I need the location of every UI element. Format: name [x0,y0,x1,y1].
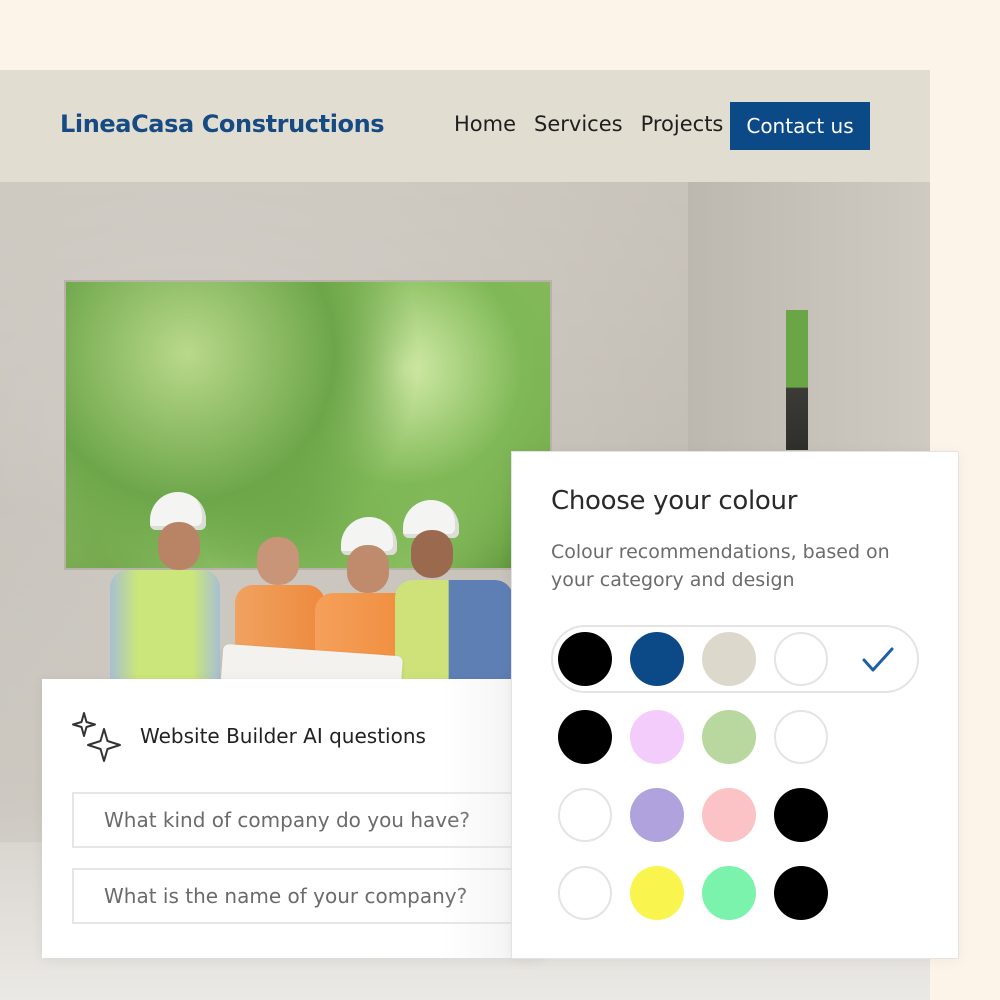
colour-panel-title: Choose your colour [551,486,798,516]
colour-swatch [630,788,684,842]
colour-swatch [558,632,612,686]
ai-questions-panel: Website Builder AI questions What kind o… [42,679,552,958]
colour-swatch [630,866,684,920]
sparkle-icon [72,712,121,762]
ai-title-row: Website Builder AI questions [70,709,426,763]
colour-swatch [702,866,756,920]
colour-swatch [558,710,612,764]
nav-link-projects[interactable]: Projects [641,112,724,136]
colour-swatch [558,788,612,842]
palette-option[interactable] [558,866,828,920]
colour-swatch [774,866,828,920]
nav-link-services[interactable]: Services [534,112,623,136]
site-nav: Home Services Projects [454,112,723,136]
palette-option[interactable] [558,710,828,764]
site-logo[interactable]: LineaCasa Constructions [60,110,385,138]
company-name-field[interactable]: What is the name of your company? [72,868,542,924]
check-icon [862,647,894,672]
colour-swatch [774,710,828,764]
colour-swatch [702,710,756,764]
colour-panel-subtitle: Colour recommendations, based on your ca… [551,541,890,591]
colour-swatch [774,788,828,842]
nav-link-home[interactable]: Home [454,112,516,136]
company-type-field[interactable]: What kind of company do you have? [72,792,542,848]
palette-option-selected[interactable] [551,625,919,693]
site-header: LineaCasa Constructions Home Services Pr… [0,70,930,182]
colour-swatch [630,632,684,686]
colour-swatch [702,788,756,842]
ai-panel-title: Website Builder AI questions [140,724,426,748]
colour-swatch [702,632,756,686]
colour-swatch [630,710,684,764]
colour-panel: Choose your colour Colour recommendation… [511,451,959,959]
palette-option[interactable] [558,788,828,842]
contact-button[interactable]: Contact us [730,102,870,150]
colour-swatch [774,632,828,686]
page: LineaCasa Constructions Home Services Pr… [0,0,1000,1000]
photo-window-slot [786,310,808,450]
colour-swatch [558,866,612,920]
